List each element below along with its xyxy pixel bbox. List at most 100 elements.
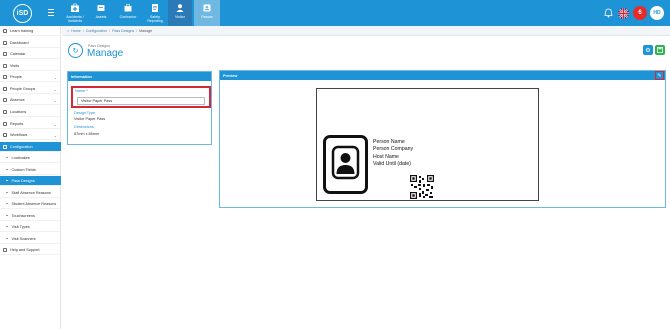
nav-tab-label: Passes: [201, 15, 213, 19]
sidebar-item-workflows[interactable]: Workflows ⌄: [0, 130, 61, 140]
absence-icon: [3, 97, 7, 102]
sidebar-item-label: Calendar: [10, 51, 26, 56]
bullet-dot: [6, 191, 8, 194]
people-groups-icon: [3, 86, 7, 91]
preview-panel-header: Preview: [220, 71, 665, 80]
preview-panel: Preview ✎ Person Name Person Company Hos…: [219, 70, 666, 208]
nav-tab-contractor[interactable]: Contractor: [116, 0, 140, 26]
nav-tab-label: Assets: [95, 15, 107, 19]
sidebar-subitem-pass-designs[interactable]: Pass Designs: [0, 176, 61, 186]
user-avatar[interactable]: HD: [650, 6, 664, 20]
sidebar-item-label: Touchscreens: [11, 213, 35, 218]
people-icon: [3, 74, 7, 79]
sidebar-item-label: Dashboard: [10, 40, 29, 45]
breadcrumb: ⌂ Home / Configuration / Pass Designs / …: [62, 26, 670, 36]
nav-tab-passes[interactable]: Passes: [194, 0, 220, 26]
sidebar-item-label: Visit Scanners: [11, 236, 36, 241]
qr-code-icon: [410, 175, 434, 199]
breadcrumb-pass-designs[interactable]: Pass Designs: [112, 29, 134, 33]
sidebar-item-visits[interactable]: Visits: [0, 61, 61, 71]
nav-tab-accidents[interactable]: Accidents / Incidents: [64, 0, 86, 26]
sidebar-item-people[interactable]: People ⌄: [0, 72, 61, 82]
page-title: Manage: [87, 48, 124, 59]
pass-host-name: Host Name: [373, 154, 399, 160]
sidebar-item-people-groups[interactable]: People Groups ⌄: [0, 84, 61, 94]
gear-icon: ⚙: [645, 47, 651, 54]
person-photo-icon: [331, 145, 360, 180]
information-panel-header: Information: [68, 72, 211, 81]
pencil-icon: ✎: [657, 72, 662, 79]
chevron-down-icon: ⌄: [53, 122, 57, 127]
sidebar-item-label: Configuration: [10, 144, 33, 149]
sidebar-subitem-visit-types[interactable]: Visit Types: [0, 222, 61, 232]
edit-design-button[interactable]: ✎: [655, 71, 664, 80]
sidebar-item-dashboard[interactable]: Dashboard: [0, 38, 61, 48]
calendar-icon: [3, 51, 7, 56]
nav-tab-label: Accidents / Incidents: [66, 15, 84, 23]
visits-icon: [3, 63, 7, 68]
sidebar-subitem-staff-absence-reasons[interactable]: Staff Absence Reasons: [0, 188, 61, 198]
sidebar-item-label: Visits: [10, 63, 20, 68]
dimensions-value: 87mm x 86mm: [74, 132, 100, 136]
alerts-badge[interactable]: 6: [633, 6, 647, 20]
sidebar-item-locations[interactable]: Locations: [0, 107, 61, 117]
settings-button[interactable]: ⚙: [643, 45, 653, 55]
nav-tab-assets[interactable]: Assets: [91, 0, 111, 26]
menu-toggle-icon[interactable]: [48, 9, 54, 16]
sidebar-item-configuration[interactable]: Configuration: [0, 142, 61, 152]
nav-tab-safety-reporting[interactable]: Safety Reporting: [144, 0, 166, 26]
help-icon: [3, 247, 7, 252]
uk-flag-icon[interactable]: [618, 8, 629, 19]
breadcrumb-configuration[interactable]: Configuration: [86, 29, 107, 33]
sidebar-item-label: Reports: [10, 121, 24, 126]
app-logo[interactable]: iSD: [13, 4, 32, 23]
information-panel: Information Name * Visitor Paper Pass De…: [67, 71, 212, 145]
breadcrumb-separator: /: [82, 28, 84, 33]
pass-person-name: Person Name: [373, 139, 405, 145]
sidebar-item-label: Visit Types: [11, 224, 30, 229]
sidebar-subitem-touchscreens[interactable]: Touchscreens: [0, 211, 61, 221]
sidebar-item-absence[interactable]: Absence ⌄: [0, 95, 61, 105]
sidebar-subitem-custom-fields[interactable]: Custom Fields: [0, 165, 61, 175]
nav-tab-label: Visitor: [175, 15, 185, 19]
sidebar-item-label: Staff Absence Reasons: [11, 190, 51, 195]
name-input[interactable]: Visitor Paper Pass: [77, 97, 205, 105]
chevron-down-icon: ⌄: [53, 87, 57, 92]
sidebar-item-label: Pass Designs: [11, 178, 35, 183]
nav-tab-visitor[interactable]: Visitor: [168, 0, 192, 26]
breadcrumb-separator: /: [136, 28, 138, 33]
bullet-dot: [6, 168, 8, 171]
save-button[interactable]: [655, 45, 665, 55]
sidebar-subitem-visit-scanners[interactable]: Visit Scanners: [0, 234, 61, 244]
breadcrumb-home[interactable]: Home: [71, 29, 81, 33]
sidebar-item-label: Student Absence Reasons: [11, 201, 57, 206]
graduation-icon: [3, 28, 7, 33]
bullet-dot: [6, 225, 8, 228]
pass-valid-until: Valid Until (date): [373, 161, 411, 167]
design-type-value: Visitor Paper Pass: [74, 117, 106, 121]
notification-bell-icon[interactable]: [604, 8, 613, 18]
safety-icon: [152, 4, 158, 12]
sidebar: Learn training Dashboard Calendar Visits…: [0, 26, 61, 329]
name-label-text: Name: [75, 89, 86, 93]
pass-person-company: Person Company: [373, 146, 414, 152]
required-marker: *: [86, 89, 88, 93]
sidebar-item-calendar[interactable]: Calendar: [0, 49, 61, 59]
name-field-highlight: Name * Visitor Paper Pass: [71, 86, 211, 108]
name-label: Name *: [75, 89, 88, 93]
sidebar-item-learn-training[interactable]: Learn training: [0, 26, 61, 36]
visitor-icon: [176, 4, 184, 12]
sidebar-subitem-lockbakes[interactable]: Lockbakes: [0, 153, 61, 163]
bullet-dot: [6, 202, 8, 205]
dashboard-icon: [3, 40, 7, 45]
sidebar-item-label: Locations: [10, 109, 27, 114]
home-icon: ⌂: [67, 28, 70, 33]
sidebar-subitem-student-absence-reasons[interactable]: Student Absence Reasons: [0, 199, 61, 209]
sidebar-item-reports[interactable]: Reports ⌄: [0, 119, 61, 129]
sidebar-item-label: Workflows: [10, 132, 28, 137]
sidebar-item-help-support[interactable]: Help and Support: [0, 245, 61, 255]
nav-tab-label: Contractor: [119, 15, 137, 19]
top-navigation-bar: iSD Accidents / Incidents Assets Contrac…: [0, 0, 670, 26]
sidebar-item-label: Help and Support: [10, 247, 40, 252]
chevron-down-icon: ⌄: [53, 98, 57, 103]
